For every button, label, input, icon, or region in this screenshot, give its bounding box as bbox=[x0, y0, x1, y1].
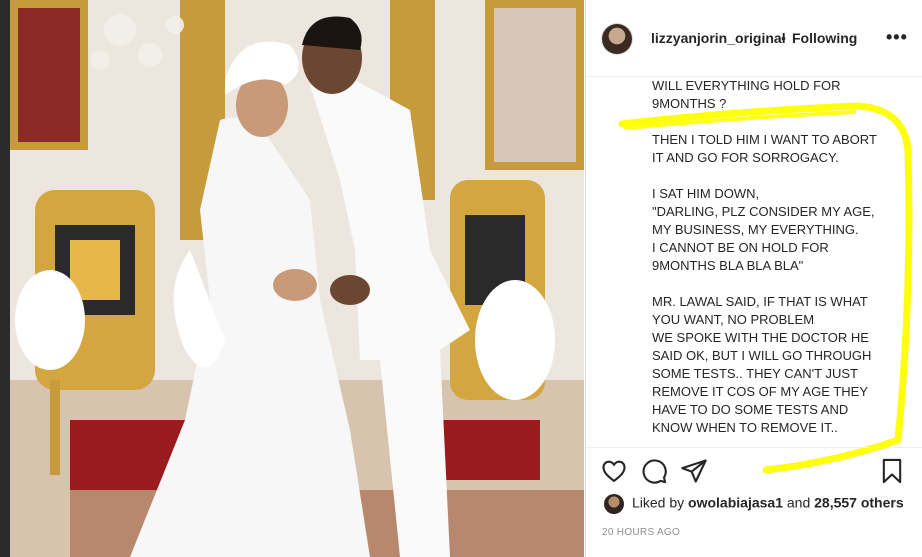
separator-dot: • bbox=[781, 30, 786, 46]
more-options-icon[interactable]: ••• bbox=[886, 27, 908, 48]
post-header: lizzyanjorin_original • Following ••• bbox=[586, 0, 922, 77]
likes-prefix: Liked by bbox=[632, 494, 689, 511]
avatar[interactable] bbox=[602, 24, 632, 54]
divider bbox=[586, 447, 922, 448]
post-timestamp[interactable]: 20 HOURS AGO bbox=[602, 527, 680, 538]
following-button[interactable]: Following bbox=[792, 30, 857, 46]
likes-middle: and bbox=[782, 494, 815, 511]
post-caption: WILL EVERYTHING HOLD FOR 9MONTHS ? THEN … bbox=[652, 78, 877, 435]
likes-summary: Liked by owolabiajasa1 and 28,557 others bbox=[604, 494, 904, 518]
liker-link[interactable]: owolabiajasa1 bbox=[688, 495, 783, 511]
window-edge bbox=[0, 0, 10, 557]
photo-illustration bbox=[10, 0, 584, 557]
liker-avatar[interactable] bbox=[604, 494, 624, 514]
heart-icon[interactable] bbox=[600, 457, 630, 487]
post-side-panel: lizzyanjorin_original • Following ••• WI… bbox=[585, 0, 922, 557]
paper-plane-icon[interactable] bbox=[680, 457, 710, 487]
bookmark-icon[interactable] bbox=[878, 457, 908, 487]
post-photo[interactable] bbox=[10, 0, 584, 557]
username-link[interactable]: lizzyanjorin_original bbox=[651, 30, 786, 46]
likes-count-link[interactable]: 28,557 others bbox=[814, 495, 904, 511]
comment-icon[interactable] bbox=[640, 457, 670, 487]
